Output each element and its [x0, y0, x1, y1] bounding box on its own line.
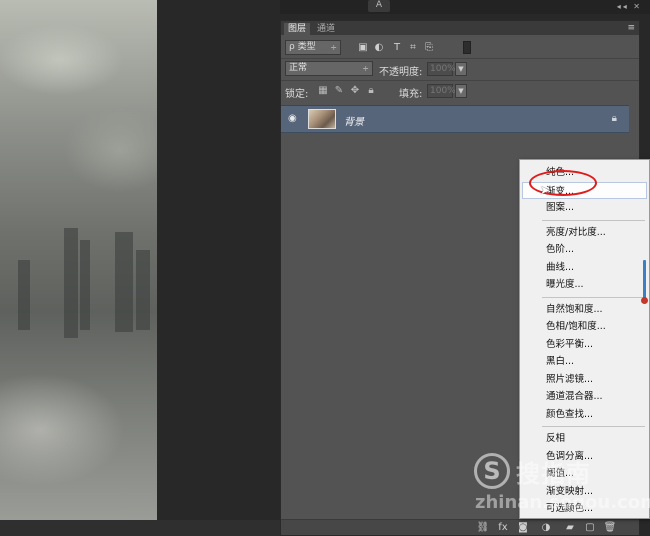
trash-icon[interactable]: 🗑︎ — [603, 522, 617, 534]
filter-toggle[interactable] — [463, 41, 471, 54]
menu-item-exposure[interactable]: 曝光度... — [520, 276, 649, 294]
layer-row-background[interactable]: ◉ 背景 🔒︎ — [281, 105, 629, 133]
blend-row: 正常 ÷ 不透明度: 100% ▼ — [285, 61, 633, 78]
blend-mode-value: 正常 — [289, 63, 308, 73]
link-layers-icon[interactable]: ⛓ — [476, 522, 490, 534]
eye-icon[interactable]: ◉ — [288, 114, 300, 124]
status-strip — [0, 520, 280, 536]
lock-image-icon[interactable]: ✎ — [333, 85, 345, 97]
menu-item-brightness-contrast[interactable]: 亮度/对比度... — [520, 224, 649, 242]
menu-item-curves[interactable]: 曲线... — [520, 259, 649, 277]
fill-label: 填充: — [399, 89, 423, 100]
fx-icon[interactable]: fx — [496, 522, 510, 534]
lock-all-icon[interactable]: 🔒︎ — [365, 85, 377, 97]
new-layer-icon[interactable]: ▢ — [583, 522, 597, 534]
watermark-logo: S — [474, 453, 510, 489]
layers-bottom-toolbar: ⛓ fx ◙ ◑ ▰ ▢ 🗑︎ — [281, 519, 639, 535]
menu-item-hue-saturation[interactable]: 色相/饱和度... — [520, 318, 649, 336]
adjustment-filter-icon[interactable]: ◐ — [373, 42, 385, 53]
lock-transparent-icon[interactable]: ▦ — [317, 85, 329, 97]
menu-item-color-lookup[interactable]: 颜色查找... — [520, 406, 649, 424]
type-filter-icon[interactable]: T — [391, 42, 403, 53]
layer-name: 背景 — [344, 117, 364, 128]
top-dock-bar: A ◂◂ ✕ — [280, 0, 650, 14]
menu-item-channel-mixer[interactable]: 通道混合器... — [520, 388, 649, 406]
panel-menu-icon[interactable]: ≡ — [627, 23, 635, 33]
menu-item-photo-filter[interactable]: 照片滤镜... — [520, 371, 649, 389]
layer-filter-select[interactable]: ρ 类型 ÷ — [285, 40, 341, 55]
menu-item-black-white[interactable]: 黑白... — [520, 353, 649, 371]
lock-label: 锁定: — [285, 89, 309, 100]
collapse-close-icon[interactable]: ◂◂ ✕ — [617, 2, 642, 11]
menu-divider — [542, 426, 645, 427]
canvas-background — [157, 0, 280, 536]
character-panel-button[interactable]: A — [368, 0, 390, 12]
opacity-dropdown-icon[interactable]: ▼ — [455, 62, 467, 76]
opacity-input[interactable]: 100% — [427, 62, 456, 76]
new-group-icon[interactable]: ▰ — [563, 522, 577, 534]
filter-row: ρ 类型 ÷ ▣ ◐ T ⌗ ⎘ — [285, 40, 633, 56]
menu-item-vibrance[interactable]: 自然饱和度... — [520, 301, 649, 319]
chevron-down-icon: ÷ — [362, 64, 369, 73]
menu-divider — [542, 219, 645, 221]
menu-item-color-balance[interactable]: 色彩平衡... — [520, 336, 649, 354]
pixel-filter-icon[interactable]: ▣ — [357, 42, 369, 53]
new-adjustment-layer-icon[interactable]: ◑ — [539, 522, 553, 534]
fill-input[interactable]: 100% — [427, 84, 456, 98]
add-mask-icon[interactable]: ◙ — [516, 522, 530, 534]
opacity-label: 不透明度: — [379, 67, 423, 78]
filter-label: ρ 类型 — [289, 42, 316, 52]
watermark-url: zhinan.sogou.com — [475, 492, 650, 513]
cursor-icon: ➤ — [540, 183, 551, 197]
scroll-marker — [641, 297, 648, 304]
lock-position-icon[interactable]: ✥ — [349, 85, 361, 97]
chevron-down-icon: ÷ — [330, 43, 337, 52]
divider — [281, 80, 639, 81]
shape-filter-icon[interactable]: ⌗ — [407, 42, 419, 53]
document-canvas[interactable] — [0, 0, 157, 520]
fill-dropdown-icon[interactable]: ▼ — [455, 84, 467, 98]
tab-layers[interactable]: 图层 — [284, 23, 311, 35]
tab-channels[interactable]: 通道 — [313, 23, 339, 35]
scrollbar[interactable] — [643, 260, 646, 302]
menu-item-pattern[interactable]: 图案... — [520, 199, 649, 217]
smart-object-filter-icon[interactable]: ⎘ — [423, 42, 435, 53]
layer-thumbnail — [308, 109, 336, 129]
panel-tabs: 图层 通道 ≡ — [281, 21, 639, 35]
lock-row: 锁定: ▦ ✎ ✥ 🔒︎ 填充: 100% ▼ — [285, 84, 633, 100]
menu-item-invert[interactable]: 反相 — [520, 430, 649, 448]
watermark-text: 搜指南 — [516, 460, 591, 488]
menu-divider — [542, 296, 645, 298]
menu-item-levels[interactable]: 色阶... — [520, 241, 649, 259]
divider — [281, 58, 639, 59]
blend-mode-select[interactable]: 正常 ÷ — [285, 61, 373, 76]
lock-icon: 🔒︎ — [611, 113, 617, 124]
